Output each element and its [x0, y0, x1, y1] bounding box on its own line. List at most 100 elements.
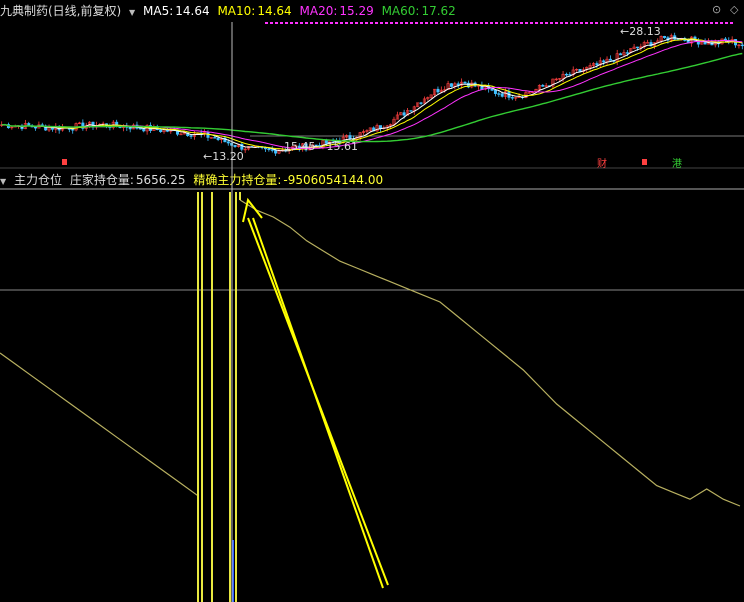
ma60-line — [1, 52, 743, 143]
signal-dot — [335, 22, 338, 24]
candle-body — [490, 88, 494, 91]
signal-dot — [675, 22, 678, 24]
candle-body — [142, 128, 146, 132]
low-price-label: ←13.20 — [203, 150, 244, 163]
chart-overlays: ←13.20 15.45 - 15.61 ←28.13 财 港 — [62, 22, 682, 602]
signal-dot — [275, 22, 278, 24]
signal-dot — [715, 22, 718, 24]
signal-dot — [325, 22, 328, 24]
signal-dot — [305, 22, 308, 24]
signal-dot — [620, 22, 623, 24]
candle-body — [233, 145, 237, 147]
signal-dot — [485, 22, 488, 24]
signal-dot — [610, 22, 613, 24]
ma5-line — [1, 37, 743, 152]
signal-dot — [680, 22, 683, 24]
candle-body — [402, 112, 406, 116]
signal-dot — [360, 22, 363, 24]
signal-dot — [300, 22, 303, 24]
signal-dot — [600, 22, 603, 24]
candle-body — [635, 46, 639, 49]
position-chart — [0, 188, 744, 602]
signal-dot — [545, 22, 548, 24]
signal-dot — [350, 22, 353, 24]
candle-body — [608, 58, 612, 61]
signal-dot — [460, 22, 463, 24]
signal-dot — [285, 22, 288, 24]
signal-dot — [565, 22, 568, 24]
candle-body — [740, 44, 744, 47]
signal-dot — [440, 22, 443, 24]
signal-dot — [365, 22, 368, 24]
candle-body — [348, 135, 352, 140]
signal-dot — [465, 22, 468, 24]
signal-dot — [475, 22, 478, 24]
signal-dot — [730, 22, 733, 24]
signal-dot — [455, 22, 458, 24]
signal-dot — [605, 22, 608, 24]
candle-body — [646, 42, 650, 44]
candle-body — [595, 63, 599, 66]
candle-body — [663, 35, 667, 38]
signal-dot — [495, 22, 498, 24]
signal-dot — [295, 22, 298, 24]
candle-body — [213, 137, 217, 139]
signal-dot — [720, 22, 723, 24]
signal-dot — [385, 22, 388, 24]
signal-dot — [420, 22, 423, 24]
event-marker-2 — [642, 159, 647, 165]
signal-dot — [370, 22, 373, 24]
signal-dot — [665, 22, 668, 24]
signal-dot — [650, 22, 653, 24]
candle-body — [703, 41, 707, 45]
signal-dot — [705, 22, 708, 24]
signal-dot — [290, 22, 293, 24]
signal-dot — [695, 22, 698, 24]
signal-dot — [430, 22, 433, 24]
signal-dot — [690, 22, 693, 24]
signal-dot — [540, 22, 543, 24]
signal-dot — [535, 22, 538, 24]
signal-dot — [725, 22, 728, 24]
signal-dot — [500, 22, 503, 24]
signal-dot — [400, 22, 403, 24]
candle-body — [216, 137, 220, 140]
signal-dot — [395, 22, 398, 24]
signal-dot — [670, 22, 673, 24]
signal-dot — [590, 22, 593, 24]
position-line-left — [0, 352, 199, 497]
finance-marker: 财 — [597, 157, 607, 170]
candle-body — [189, 135, 193, 137]
signal-dot — [320, 22, 323, 24]
signal-dot — [615, 22, 618, 24]
candle-body — [510, 97, 514, 99]
signal-dot — [660, 22, 663, 24]
chart-canvas[interactable]: ←13.20 15.45 - 15.61 ←28.13 财 港 — [0, 0, 744, 602]
signal-dot — [280, 22, 283, 24]
candle-body — [34, 126, 38, 129]
signal-dot — [380, 22, 383, 24]
signal-dot — [265, 22, 268, 24]
candle-body — [409, 110, 413, 112]
hk-connect-marker: 港 — [672, 158, 682, 170]
candle-body — [500, 93, 504, 97]
signal-dot — [310, 22, 313, 24]
signal-dot — [355, 22, 358, 24]
signal-dot — [375, 22, 378, 24]
candle-body — [493, 90, 497, 94]
signal-dot — [655, 22, 658, 24]
candle-body — [179, 133, 183, 136]
signal-dot — [640, 22, 643, 24]
signal-dot — [685, 22, 688, 24]
signal-dot — [515, 22, 518, 24]
price-chart — [0, 22, 744, 169]
signal-dot — [700, 22, 703, 24]
signal-dot — [345, 22, 348, 24]
signal-dot — [435, 22, 438, 24]
signal-dot — [505, 22, 508, 24]
candle-body — [226, 141, 230, 144]
candle-body — [436, 88, 440, 93]
candle-body — [267, 148, 271, 151]
candle-body — [602, 60, 606, 63]
price-range-label: 15.45 - 15.61 — [284, 140, 358, 153]
